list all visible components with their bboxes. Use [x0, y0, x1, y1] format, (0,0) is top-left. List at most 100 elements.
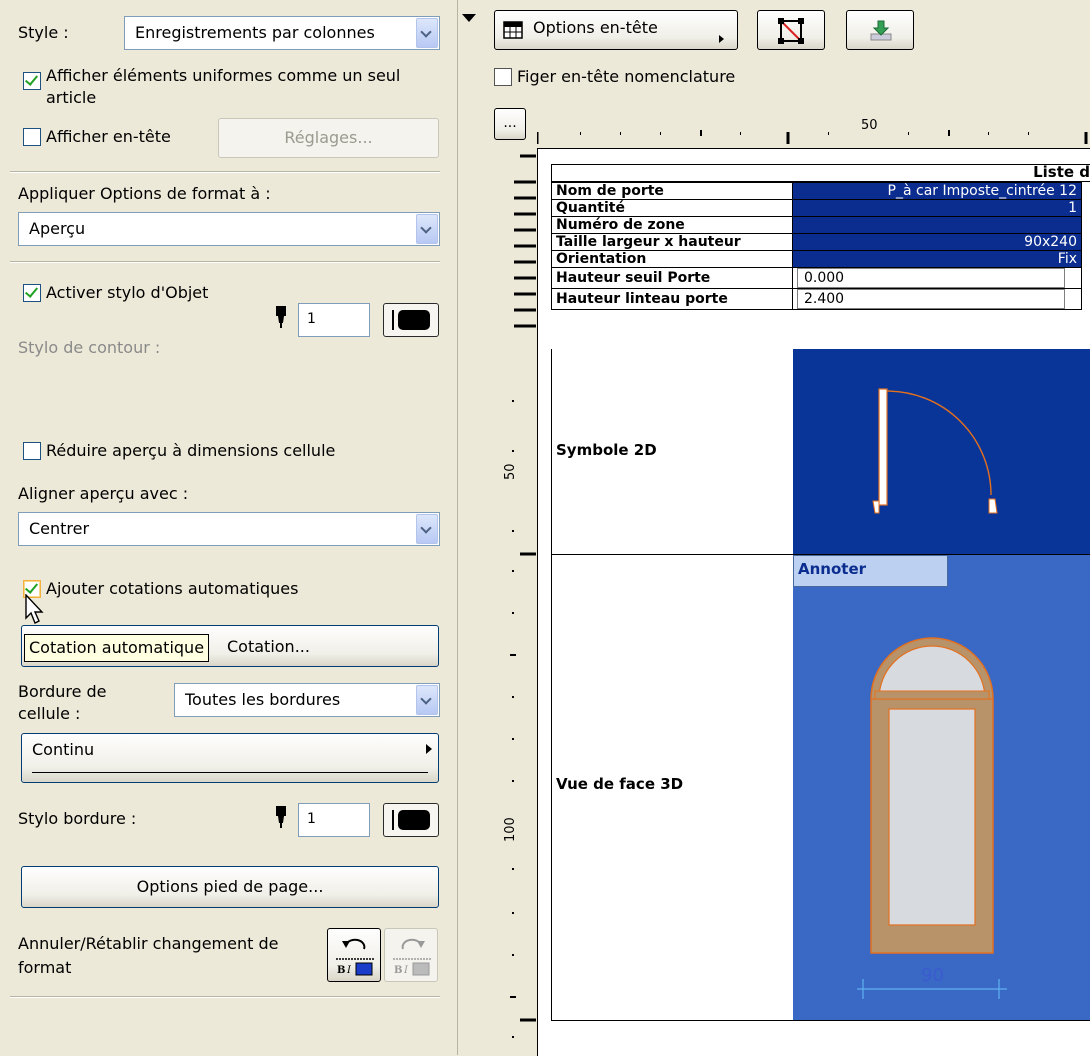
undo-format-button[interactable]: B I: [327, 928, 381, 982]
chevron-down-icon[interactable]: [416, 514, 438, 544]
auto-dimensions-label: Ajouter cotations automatiques: [46, 579, 299, 598]
table-row[interactable]: Orientation Fix: [551, 250, 1082, 268]
line-type-preview: [32, 772, 428, 773]
svg-text:I: I: [403, 965, 409, 976]
schedule-table: Nom de porte P_à car Imposte_cintrée 12 Q…: [551, 182, 1082, 310]
table-row[interactable]: Quantité 1: [551, 199, 1082, 217]
border-pen-color-button[interactable]: [383, 803, 439, 837]
border-pen-field[interactable]: 1: [298, 803, 370, 837]
uniform-items-label: Afficher éléments uniformes comme un seu…: [46, 66, 401, 107]
row-value[interactable]: 1: [792, 199, 1082, 217]
front-view-preview[interactable]: Annoter 90: [793, 555, 1090, 1021]
row-label: Numéro de zone: [551, 216, 793, 234]
undo-icon: B I: [336, 938, 374, 976]
redo-format-button[interactable]: B I: [384, 928, 438, 982]
row-value[interactable]: Fix: [792, 250, 1082, 268]
collapse-triangle-icon[interactable]: [462, 14, 476, 22]
apply-format-label: Appliquer Options de format à :: [18, 184, 271, 203]
chevron-right-icon: [719, 35, 724, 43]
resize-cell-icon: [778, 18, 804, 44]
cell-border-value: Toutes les bordures: [185, 690, 341, 709]
symbol-2d-preview[interactable]: [793, 349, 1090, 555]
door-plan-symbol: [872, 388, 998, 514]
align-preview-value: Centrer: [29, 519, 90, 538]
show-header-label: Afficher en-tête: [46, 127, 171, 146]
redo-icon: B I: [393, 938, 431, 976]
ruler-tick-label: 50: [861, 118, 878, 133]
contour-pen-field[interactable]: 1: [298, 303, 370, 337]
table-row[interactable]: Hauteur linteau porte 2.400: [551, 288, 1082, 310]
mouse-cursor-icon: [25, 594, 44, 624]
ruler-tick-label: 50: [503, 463, 518, 480]
show-header-checkbox[interactable]: [23, 128, 41, 146]
row-label: Hauteur seuil Porte: [551, 267, 793, 289]
cell-dimensions-button[interactable]: [757, 10, 825, 50]
row-value-field[interactable]: 0.000: [792, 267, 1082, 289]
table-row[interactable]: Hauteur seuil Porte 0.000: [551, 267, 1082, 289]
separator: [10, 261, 440, 263]
row-value[interactable]: P_à car Imposte_cintrée 12: [792, 182, 1082, 200]
download-arrow-icon: [870, 20, 892, 41]
contour-pen-color-button[interactable]: [383, 303, 439, 337]
header-options-button[interactable]: Options en-tête: [494, 10, 738, 50]
row-value-field[interactable]: 2.400: [792, 288, 1082, 310]
schedule-title: Liste d: [1033, 163, 1090, 181]
row-label: Nom de porte: [551, 182, 793, 200]
row-value[interactable]: 90x240: [792, 233, 1082, 251]
reduce-preview-label: Réduire aperçu à dimensions cellule: [46, 441, 336, 460]
footer-options-button[interactable]: Options pied de page...: [21, 866, 439, 908]
pen-icon: [276, 806, 286, 828]
table-header-icon: [503, 21, 523, 39]
cell-border-label: Bordure de cellule :: [18, 682, 107, 723]
table-row[interactable]: Nom de porte P_à car Imposte_cintrée 12: [551, 182, 1082, 200]
style-label: Style :: [18, 23, 69, 42]
import-button[interactable]: [846, 10, 914, 50]
front-view-label-cell: Vue de face 3D: [551, 555, 794, 1021]
vertical-ruler: [510, 154, 536, 1038]
svg-text:B: B: [337, 965, 345, 976]
table-row[interactable]: Taille largeur x hauteur 90x240: [551, 233, 1082, 251]
table-row[interactable]: Numéro de zone: [551, 216, 1082, 234]
svg-text:I: I: [346, 965, 352, 976]
separator: [10, 171, 440, 173]
row-label: Quantité: [551, 199, 793, 217]
enable-object-pen-checkbox[interactable]: [23, 284, 41, 302]
tooltip: Cotation automatique: [24, 634, 210, 662]
freeze-header-label: Figer en-tête nomenclature: [517, 67, 736, 86]
style-dropdown[interactable]: Enregistrements par colonnes: [124, 16, 440, 50]
chevron-down-icon[interactable]: [416, 685, 438, 715]
enable-object-pen-label: Activer stylo d'Objet: [46, 283, 209, 302]
uniform-items-checkbox[interactable]: [23, 72, 41, 90]
row-label: Taille largeur x hauteur: [551, 233, 793, 251]
row-label: Orientation: [551, 250, 793, 268]
schedule-title-row: Liste d: [551, 163, 1090, 182]
apply-format-value: Aperçu: [29, 219, 86, 238]
align-preview-label: Aligner aperçu avec :: [18, 484, 189, 503]
border-pen-label: Stylo bordure :: [18, 809, 137, 828]
row-label: Hauteur linteau porte: [551, 288, 793, 310]
line-type-button[interactable]: Continu: [21, 733, 439, 783]
symbol-2d-label-cell: Symbole 2D: [551, 349, 794, 555]
cell-border-dropdown[interactable]: Toutes les bordures: [174, 683, 440, 717]
separator: [10, 996, 440, 998]
settings-button[interactable]: Réglages...: [218, 118, 439, 158]
ruler-tick-label: 100: [503, 817, 518, 842]
svg-text:B: B: [394, 965, 402, 976]
chevron-down-icon[interactable]: [416, 18, 438, 48]
align-preview-dropdown[interactable]: Centrer: [18, 512, 440, 546]
reduce-preview-checkbox[interactable]: [23, 442, 41, 460]
chevron-down-icon[interactable]: [416, 214, 438, 244]
row-value[interactable]: [792, 216, 1082, 234]
dimension-value: 90: [921, 965, 944, 986]
contour-pen-label: Stylo de contour :: [18, 338, 161, 357]
more-options-button[interactable]: ...: [494, 108, 526, 140]
annotate-button[interactable]: Annoter: [793, 555, 948, 587]
door-elevation-drawing: [857, 637, 1007, 999]
panel-splitter[interactable]: [457, 0, 482, 1055]
chevron-right-icon: [426, 744, 432, 754]
pen-icon: [276, 306, 286, 328]
horizontal-ruler: [537, 112, 1090, 148]
freeze-header-checkbox[interactable]: [494, 68, 512, 86]
undo-redo-label: Annuler/Rétablir changement de format: [18, 934, 279, 977]
apply-format-dropdown[interactable]: Aperçu: [18, 212, 440, 246]
